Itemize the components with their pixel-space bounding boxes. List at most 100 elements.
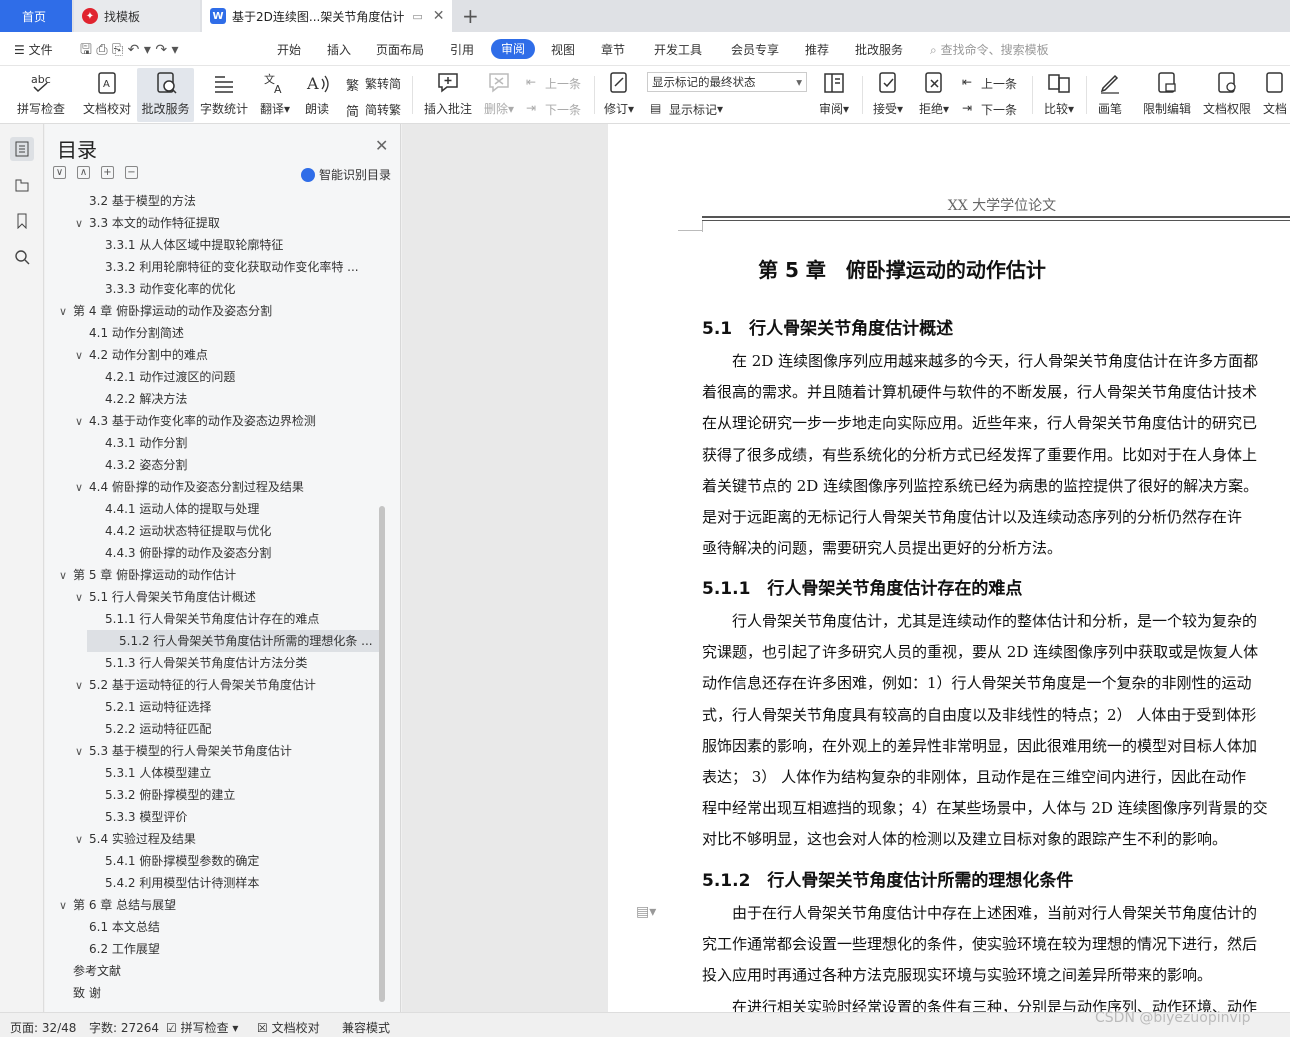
toc-item[interactable]: ∨ 5.4 实验过程及结果 [45,828,379,850]
toc-scrollbar[interactable] [379,506,385,1002]
toc-item[interactable]: 4.1 动作分割简述 [45,322,379,344]
toc-item[interactable]: 5.2.2 运动特征匹配 [45,718,379,740]
toc-item[interactable]: ∨ 5.1 行人骨架关节角度估计概述 [45,586,379,608]
pen-button[interactable]: 画笔 [1094,68,1126,122]
menu-references[interactable]: 引用 [450,41,474,58]
toc-item[interactable]: 4.2.1 动作过渡区的问题 [45,366,379,388]
expand-chevron-icon[interactable]: ∨ [75,675,89,696]
menu-layout[interactable]: 页面布局 [376,41,424,58]
expand-chevron-icon[interactable]: ∨ [75,345,89,366]
collapse-all-icon[interactable]: ∨ [53,166,66,179]
toc-item[interactable]: ∨ 4.3 基于动作变化率的动作及姿态边界检测 [45,410,379,432]
simp-to-trad-button[interactable]: 简简转繁 [346,100,401,121]
toc-item[interactable]: 4.4.1 运动人体的提取与处理 [45,498,379,520]
toc-item[interactable]: ∨ 第 6 章 总结与展望 [45,894,379,916]
menu-insert[interactable]: 插入 [327,41,351,58]
expand-chevron-icon[interactable]: ∨ [75,477,89,498]
expand-chevron-icon[interactable]: ∨ [75,213,89,234]
spell-check-status[interactable]: ☑ 拼写检查 ▾ [166,1019,238,1036]
command-search[interactable]: ⌕ 查找命令、搜索模板 [930,41,1049,58]
toc-item[interactable]: 3.3.3 动作变化率的优化 [45,278,379,300]
proof-status[interactable]: ☒ 文档校对 [257,1019,320,1036]
trad-to-simp-button[interactable]: 繁繁转简 [346,74,401,95]
new-tab-icon[interactable]: + [462,4,479,28]
restrict-edit-button[interactable]: 限制编辑 [1140,68,1194,122]
toc-item[interactable]: 3.2 基于模型的方法 [45,190,379,212]
doc-permission-button[interactable]: 文档权限 [1200,68,1254,122]
translate-button[interactable]: 文 A 翻译▾ [256,68,294,122]
outline-icon[interactable] [10,173,34,197]
menu-chapter[interactable]: 章节 [601,41,625,58]
tab-home[interactable]: 首页 [0,0,72,32]
page-indicator[interactable]: 页面: 32/48 [10,1019,76,1036]
expand-chevron-icon[interactable]: ∨ [75,411,89,432]
toc-item[interactable]: 5.4.2 利用模型估计待测样本 [45,872,379,894]
word-count-button[interactable]: 字数统计 [198,68,250,122]
expand-chevron-icon[interactable]: ∨ [75,829,89,850]
toc-item[interactable]: ∨ 4.2 动作分割中的难点 [45,344,379,366]
tab-template[interactable]: ✦ 找模板 [74,0,200,32]
file-menu[interactable]: ☰ 文件 [14,41,53,58]
toc-item[interactable]: ∨ 4.4 俯卧撑的动作及姿态分割过程及结果 [45,476,379,498]
toc-item[interactable]: 4.2.2 解决方法 [45,388,379,410]
toc-item[interactable]: 5.1.3 行人骨架关节角度估计方法分类 [45,652,379,674]
toc-item[interactable]: 致 谢 [45,982,379,1004]
expand-chevron-icon[interactable]: ∨ [75,587,89,608]
reject-button[interactable]: 拒绝▾ [914,68,954,122]
review-pane-button[interactable]: 审阅▾ [814,68,854,122]
toc-item[interactable]: 5.3.3 模型评价 [45,806,379,828]
toc-item[interactable]: 6.1 本文总结 [45,916,379,938]
doc-proof-button[interactable]: A 文档校对 [78,68,136,122]
search-icon[interactable] [10,245,34,269]
toc-item[interactable]: ∨ 3.3 本文的动作特征提取 [45,212,379,234]
toc-item[interactable]: 4.3.2 姿态分割 [45,454,379,476]
paragraph-menu-icon[interactable]: ▤▾ [636,904,656,920]
menu-start[interactable]: 开始 [277,41,301,58]
markup-status-select[interactable]: 显示标记的最终状态 ▾ [647,72,807,92]
toc-item[interactable]: 5.3.1 人体模型建立 [45,762,379,784]
show-markup-button[interactable]: ▤ 显示标记 ▾ [650,100,723,118]
prev-change-button[interactable]: ⇤ 上一条 [962,74,1017,92]
menu-member[interactable]: 会员专享 [731,41,779,58]
read-aloud-button[interactable]: A 朗读 [300,68,334,122]
add-level-icon[interactable]: + [101,166,114,179]
expand-chevron-icon[interactable]: ∨ [75,741,89,762]
toc-item[interactable]: 3.3.1 从人体区域中提取轮廓特征 [45,234,379,256]
toc-item[interactable]: 6.2 工作展望 [45,938,379,960]
toc-item[interactable]: 5.3.2 俯卧撑模型的建立 [45,784,379,806]
menu-grading[interactable]: 批改服务 [855,41,903,58]
compare-button[interactable]: 比较▾ [1040,68,1078,122]
toc-item[interactable]: 4.3.1 动作分割 [45,432,379,454]
toc-item[interactable]: 5.4.1 俯卧撑模型参数的确定 [45,850,379,872]
toc-item[interactable]: 3.3.2 利用轮廓特征的变化获取动作变化率特 ... [45,256,379,278]
accept-button[interactable]: 接受▾ [868,68,908,122]
toc-item[interactable]: ∨ 第 4 章 俯卧撑运动的动作及姿态分割 [45,300,379,322]
toc-item[interactable]: 5.1.2 行人骨架关节角度估计所需的理想化条 ... [87,630,379,652]
menu-developer[interactable]: 开发工具 [654,41,702,58]
track-changes-button[interactable]: 修订▾ [600,68,638,122]
toc-item[interactable]: 4.4.3 俯卧撑的动作及姿态分割 [45,542,379,564]
next-comment-button[interactable]: ⇥ 下一条 [526,100,581,118]
menu-review[interactable]: 审阅 [491,39,535,59]
menu-recommend[interactable]: 推荐 [805,41,829,58]
expand-chevron-icon[interactable]: ∨ [59,895,73,916]
insert-comment-button[interactable]: 插入批注 [420,68,476,122]
toc-icon[interactable] [10,137,34,161]
toc-item[interactable]: ∨ 5.3 基于模型的行人骨架关节角度估计 [45,740,379,762]
word-count-indicator[interactable]: 字数: 27264 [89,1019,159,1036]
quick-access-icons[interactable]: 🖫 ⎙ ⎘ ↶ ▾ ↷ ▾ [80,39,179,63]
remove-level-icon[interactable]: − [125,166,138,179]
toc-item[interactable]: 4.4.2 运动状态特征提取与优化 [45,520,379,542]
doc-more-button[interactable]: 文档 [1260,68,1290,122]
menu-view[interactable]: 视图 [551,41,575,58]
toc-item[interactable]: 5.2.1 运动特征选择 [45,696,379,718]
expand-chevron-icon[interactable]: ∨ [59,565,73,586]
expand-chevron-icon[interactable]: ∨ [59,301,73,322]
toc-item[interactable]: ∨ 第 5 章 俯卧撑运动的动作估计 [45,564,379,586]
smart-toc-button[interactable]: 智能识别目录 [301,166,391,183]
window-icon[interactable]: ▭ [412,10,422,23]
spell-check-button[interactable]: abc 拼写检查 [10,68,72,122]
grading-button[interactable]: 批改服务 [137,68,194,122]
toc-item[interactable]: 参考文献 [45,960,379,982]
expand-up-icon[interactable]: ∧ [77,166,90,179]
